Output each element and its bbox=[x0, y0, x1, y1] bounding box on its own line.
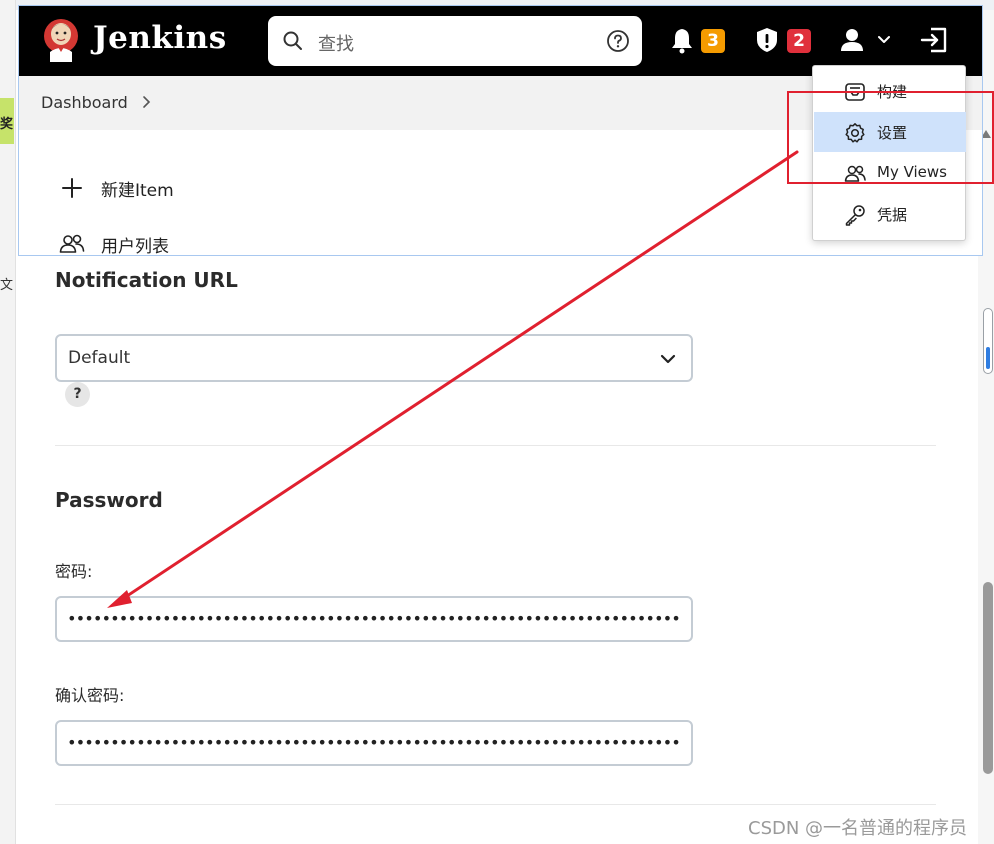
search-placeholder: 查找 bbox=[318, 34, 354, 55]
notification-url-title: Notification URL bbox=[55, 268, 238, 292]
left-edge-text-label: 文 bbox=[0, 278, 14, 293]
confirm-password-value: ••••••••••••••••••••••••••••••••••••••••… bbox=[67, 733, 681, 752]
search-icon bbox=[283, 31, 302, 50]
security-badge[interactable]: 2 bbox=[787, 29, 811, 53]
shield-icon[interactable] bbox=[754, 26, 780, 54]
help-circle-icon[interactable] bbox=[606, 29, 630, 53]
left-edge-text: 文 bbox=[0, 272, 14, 294]
left-edge-chip: 奖 bbox=[0, 98, 14, 144]
chevron-down-icon[interactable] bbox=[877, 34, 891, 46]
menu-item-credentials-label: 凭据 bbox=[877, 206, 908, 224]
mini-scroll-fill bbox=[986, 347, 990, 369]
logout-icon[interactable] bbox=[919, 26, 949, 54]
app-title[interactable]: Jenkins bbox=[93, 20, 227, 56]
chevron-right-icon[interactable] bbox=[142, 95, 152, 109]
screenshot-stage: 奖 文 Notification URL Default ? Password … bbox=[0, 0, 994, 844]
notification-url-selected: Default bbox=[68, 348, 131, 368]
notification-url-select[interactable]: Default bbox=[55, 334, 693, 382]
confirm-password-label: 确认密码: bbox=[55, 686, 125, 705]
jenkins-logo-icon[interactable] bbox=[41, 16, 81, 64]
left-edge-chip-text: 奖 bbox=[0, 117, 14, 132]
mini-scroll-indicator[interactable] bbox=[983, 308, 993, 374]
notification-badge[interactable]: 3 bbox=[701, 29, 725, 53]
people-icon bbox=[59, 234, 85, 253]
search-box[interactable]: 查找 bbox=[268, 16, 642, 66]
section-divider bbox=[55, 445, 936, 446]
password-label: 密码: bbox=[55, 562, 93, 581]
key-icon bbox=[845, 205, 865, 226]
task-new-item-label: 新建Item bbox=[101, 181, 174, 201]
task-user-list-label: 用户列表 bbox=[101, 237, 169, 256]
plus-icon bbox=[62, 178, 82, 198]
chevron-down-icon bbox=[660, 354, 676, 364]
section-divider-bottom bbox=[55, 804, 936, 805]
scrollbar-thumb[interactable] bbox=[983, 582, 993, 774]
password-section-title: Password bbox=[55, 488, 163, 512]
help-button[interactable]: ? bbox=[65, 382, 90, 407]
password-value: ••••••••••••••••••••••••••••••••••••••••… bbox=[67, 609, 681, 628]
password-input[interactable]: ••••••••••••••••••••••••••••••••••••••••… bbox=[55, 596, 693, 642]
breadcrumb-dashboard[interactable]: Dashboard bbox=[41, 93, 128, 112]
menu-item-credentials[interactable]: 凭据 bbox=[814, 194, 966, 234]
watermark: CSDN @一名普通的程序员 bbox=[748, 818, 968, 839]
annotation-highlight-box bbox=[787, 91, 994, 184]
user-icon[interactable] bbox=[839, 26, 865, 54]
bell-icon[interactable] bbox=[669, 26, 695, 54]
confirm-password-input[interactable]: ••••••••••••••••••••••••••••••••••••••••… bbox=[55, 720, 693, 766]
